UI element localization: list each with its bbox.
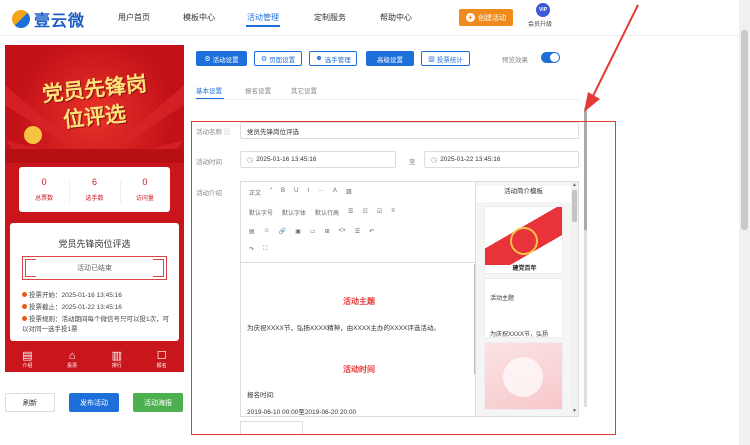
preview-info-card: 党员先锋岗位评选 活动已结束 投票开始：2025-01-16 13:45:16 … xyxy=(10,223,179,341)
stat-value: 0 xyxy=(41,177,47,187)
tab-signup[interactable]: ☐ 报名 xyxy=(139,347,184,372)
top-nav: 壹云微 用户首页 模板中心 活动管理 定制服务 帮助中心 + 创建活动 VIP … xyxy=(0,0,750,36)
window-scrollbar-thumb[interactable] xyxy=(741,30,748,230)
vip-icon: VIP xyxy=(536,3,550,17)
advanced-settings-button[interactable]: 高级设置 xyxy=(366,51,414,66)
publish-activity-button[interactable]: 发布活动 xyxy=(69,393,119,412)
create-activity-label: 创建活动 xyxy=(478,14,506,22)
bar-chart-icon: ▥ xyxy=(428,55,435,63)
brand-name: 壹云微 xyxy=(34,13,86,30)
tab-label: 排行 xyxy=(111,363,122,369)
stat-contestants: 6 选手数 xyxy=(69,177,119,203)
page-settings-button[interactable]: ⚙ 页面设置 xyxy=(254,51,302,66)
preview-activity-title: 党员先锋岗位评选 xyxy=(58,239,131,249)
nav-active-underline xyxy=(246,25,280,27)
bullet-icon xyxy=(22,316,27,321)
mobile-preview: 党员先锋岗 位评选 0 总票数 6 选手数 0 访问量 党员先锋岗位评选 活动已… xyxy=(5,45,184,372)
create-activity-button[interactable]: + 创建活动 xyxy=(459,9,513,26)
tab-label: 报名 xyxy=(156,363,167,369)
stat-label: 总票数 xyxy=(35,196,54,202)
vip-label: 会员升级 xyxy=(527,22,552,28)
rule-text: 投票规则：活动期间每个微信号只可以投1次，可以对同一选手投1票 xyxy=(22,316,170,333)
nav-item-home[interactable]: 用户首页 xyxy=(118,12,150,23)
tab-label: 投票 xyxy=(67,363,78,369)
stat-label: 访问量 xyxy=(135,196,154,202)
gear-icon: ⚙ xyxy=(260,55,268,63)
stat-label: 选手数 xyxy=(85,196,104,202)
plus-icon: + xyxy=(466,13,475,22)
refresh-button[interactable]: 刷新 xyxy=(5,393,55,412)
users-icon: ☻ xyxy=(315,55,323,62)
gear-icon: ⚙ xyxy=(204,55,211,63)
contestant-manage-button[interactable]: ☻ 选手管理 xyxy=(309,51,357,66)
preview-hero-banner: 党员先锋岗 位评选 xyxy=(5,45,184,163)
tab-vote[interactable]: ⌂ 投票 xyxy=(50,347,95,372)
nav-item-activity-manage[interactable]: 活动管理 xyxy=(247,12,279,23)
tab-intro[interactable]: ▤ 介绍 xyxy=(5,347,50,372)
activity-settings-button[interactable]: ⚙ 活动设置 xyxy=(196,51,247,66)
button-label: 投票统计 xyxy=(436,56,463,64)
button-label: 活动设置 xyxy=(212,56,239,64)
nav-item-templates[interactable]: 模板中心 xyxy=(183,12,215,23)
subtab-divider xyxy=(196,99,580,100)
home-icon: ⌂ xyxy=(68,350,76,362)
logo[interactable]: 壹云微 xyxy=(12,7,85,31)
stat-total-votes: 0 总票数 xyxy=(19,177,69,202)
preview-toggle-label: 预览效果 xyxy=(502,57,528,64)
activity-status-box: 活动已结束 xyxy=(22,256,167,280)
rule-vote-rule: 投票规则：活动期间每个微信号只可以投1次，可以对同一选手投1票 xyxy=(22,315,172,335)
activity-poster-button[interactable]: 活动海报 xyxy=(133,393,183,412)
preview-toggle-switch[interactable] xyxy=(541,52,560,63)
doc-icon: ▤ xyxy=(22,350,33,362)
logo-icon xyxy=(12,10,30,28)
highlight-frame xyxy=(191,121,616,435)
vote-stats-button[interactable]: ▥ 投票统计 xyxy=(421,51,470,66)
stat-value: 0 xyxy=(142,177,148,187)
button-label: 页面设置 xyxy=(269,56,296,64)
nav-item-help[interactable]: 帮助中心 xyxy=(380,12,412,23)
ranking-icon: ▥ xyxy=(111,350,123,362)
button-label: 选手管理 xyxy=(324,56,351,64)
activity-status: 活动已结束 xyxy=(77,265,112,272)
rule-vote-start: 投票开始：2025-01-16 13:45:16 xyxy=(22,291,172,301)
rule-vote-end: 投票截止：2025-01-22 13:45:16 xyxy=(22,303,172,313)
preview-tabbar: ▤ 介绍 ⌂ 投票 ▥ 排行 ☐ 报名 xyxy=(5,347,184,372)
tab-ranking[interactable]: ▥ 排行 xyxy=(95,347,140,372)
tab-signup-settings[interactable]: 报名设置 xyxy=(245,85,271,95)
tab-other-settings[interactable]: 其它设置 xyxy=(291,85,317,95)
preview-stats: 0 总票数 6 选手数 0 访问量 xyxy=(19,167,170,212)
signup-icon: ☐ xyxy=(156,350,167,362)
tab-basic-settings[interactable]: 基本设置 xyxy=(196,85,222,95)
bullet-icon xyxy=(22,304,27,309)
bullet-icon xyxy=(22,292,27,297)
rule-text: 投票开始：2025-01-16 13:45:16 xyxy=(29,292,122,299)
stat-value: 6 xyxy=(91,177,97,187)
stat-visits: 0 访问量 xyxy=(119,177,170,203)
rule-text: 投票截止：2025-01-22 13:45:16 xyxy=(29,304,122,311)
vip-upgrade[interactable]: VIP 会员升级 xyxy=(528,3,553,28)
tab-label: 介绍 xyxy=(22,363,33,369)
nav-item-custom-service[interactable]: 定制服务 xyxy=(314,12,346,23)
